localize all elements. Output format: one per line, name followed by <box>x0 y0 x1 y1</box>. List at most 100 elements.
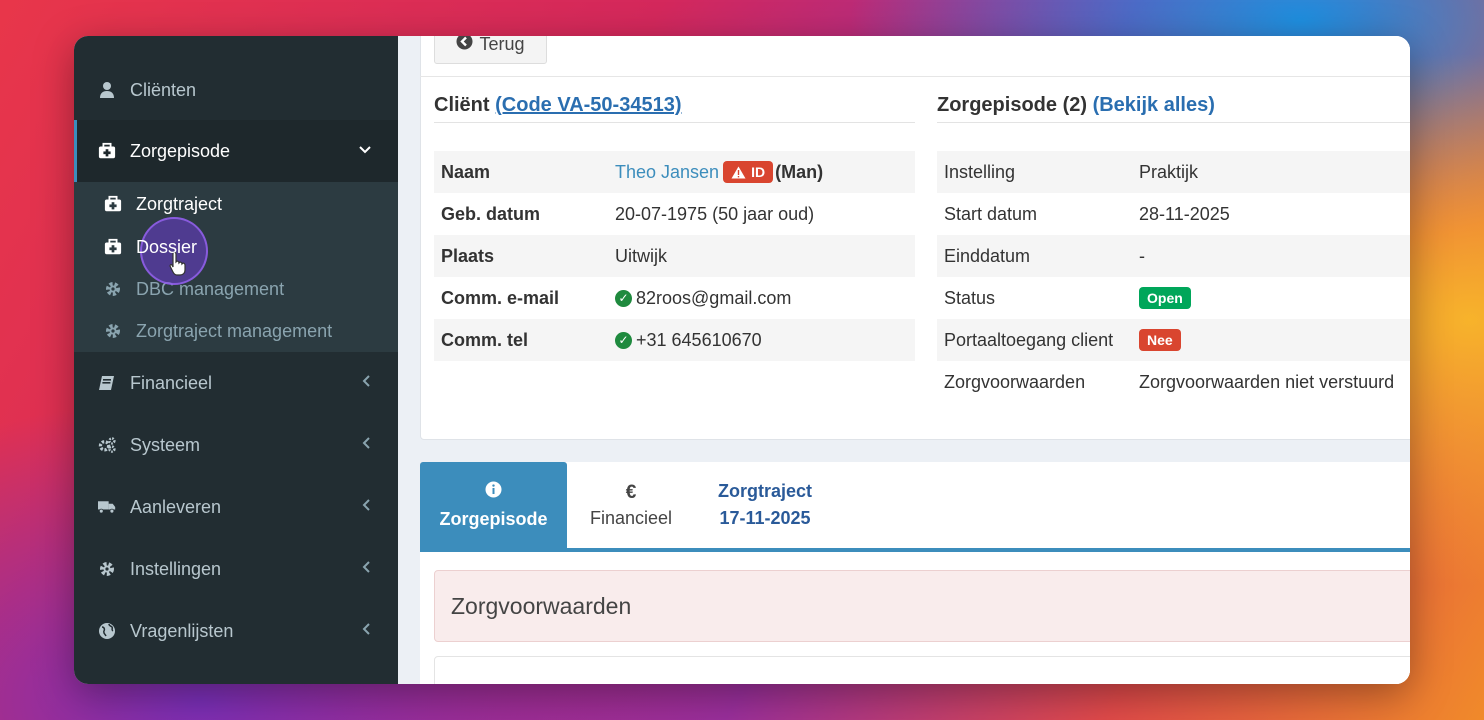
client-code-link[interactable]: (Code VA-50-34513) <box>495 94 681 116</box>
row-label: Status <box>944 287 996 308</box>
info-icon <box>485 481 502 503</box>
client-row-plaats: Plaats Uitwijk <box>434 235 915 277</box>
client-row-email: Comm. e-mail ✓ 82roos@gmail.com <box>434 277 915 319</box>
sidebar-item-label: Cliënten <box>130 79 197 100</box>
view-all-link[interactable]: (Bekijk alles) <box>1093 94 1215 116</box>
sidebar-item-label: Zorgepisode <box>130 140 231 161</box>
row-value: Open <box>1139 287 1191 309</box>
menu-icon <box>98 36 116 39</box>
id-warning-badge[interactable]: ID <box>723 161 774 183</box>
episode-row-start-datum: Start datum 28-11-2025 <box>937 193 1410 235</box>
portal-access-badge: Nee <box>1139 329 1181 351</box>
tab-date: 17-11-2025 <box>719 508 811 528</box>
chevron-left-icon <box>362 498 372 517</box>
client-row-tel: Comm. tel ✓ +31 645610670 <box>434 319 915 361</box>
sidebar-item-label: Financieel <box>130 372 213 393</box>
sidebar-item-label: Instellingen <box>130 558 222 579</box>
tel-value: +31 645610670 <box>636 329 762 350</box>
sidebar-item-zorgepisode[interactable]: Zorgepisode <box>74 120 398 182</box>
arrow-left-circle-icon <box>456 36 473 55</box>
row-value: Praktijk <box>1139 161 1199 182</box>
truck-icon <box>98 498 116 516</box>
sidebar: Cliënten Zorgepisode Zorgtraject Dossier… <box>74 36 398 684</box>
medkit-icon <box>104 238 122 256</box>
sidebar-item-label: Systeem <box>130 434 201 455</box>
back-button-label: Terug <box>479 36 525 54</box>
chevron-down-icon <box>358 142 372 160</box>
gear-icon <box>104 280 122 298</box>
row-label: Start datum <box>944 203 1038 224</box>
sidebar-item-clienten[interactable]: Cliënten <box>74 68 398 112</box>
chevron-left-icon <box>362 436 372 455</box>
row-label: Naam <box>441 161 491 182</box>
tab-label: Financieel <box>589 507 673 528</box>
submenu-item-label: Zorgtraject <box>136 193 223 214</box>
tab-label: Zorgtraject <box>717 481 813 501</box>
row-value: Theo Jansen ID (Man) <box>615 161 823 183</box>
zorgepisode-submenu: Zorgtraject Dossier DBC management Zorgt… <box>74 182 398 352</box>
chevron-left-icon <box>362 622 372 641</box>
divider <box>434 122 915 123</box>
row-value: Zorgvoorwaarden niet verstuurd <box>1139 371 1395 392</box>
sidebar-item-label: Aanleveren <box>130 496 222 517</box>
row-label: Zorgvoorwaarden <box>944 371 1086 392</box>
episode-row-zorgvoorwaarden: Zorgvoorwaarden Zorgvoorwaarden niet ver… <box>937 361 1410 403</box>
app-window: Cliënten Zorgepisode Zorgtraject Dossier… <box>74 36 1410 684</box>
row-value: - <box>1139 245 1145 266</box>
sidebar-item-aanleveren[interactable]: Aanleveren <box>74 476 398 538</box>
row-value: ✓ +31 645610670 <box>615 330 762 351</box>
submenu-item-label: Dossier <box>136 236 198 257</box>
gears-icon <box>98 436 116 454</box>
badge-label: ID <box>751 164 766 180</box>
zorgvoorwaarden-panel: Zorgvoorwaarden <box>434 570 1410 642</box>
client-row-geb-datum: Geb. datum 20-07-1975 (50 jaar oud) <box>434 193 915 235</box>
divider <box>937 122 1410 123</box>
tab-zorgtraject[interactable]: Zorgtraject 17-11-2025 <box>695 462 835 548</box>
tab-financieel[interactable]: € Financieel <box>567 462 695 548</box>
episode-row-instelling: Instelling Praktijk <box>937 151 1410 193</box>
sidebar-item-partial[interactable] <box>74 36 398 44</box>
row-label: Einddatum <box>944 245 1031 266</box>
chevron-left-icon <box>362 374 372 393</box>
episode-row-portaaltoegang: Portaaltoegang client Nee <box>937 319 1410 361</box>
client-gender: (Man) <box>775 161 824 182</box>
submenu-item-dossier[interactable]: Dossier <box>74 226 398 268</box>
tab-zorgepisode[interactable]: Zorgepisode <box>420 462 567 548</box>
submenu-item-zorgtraject-management[interactable]: Zorgtraject management <box>74 310 398 352</box>
panel-body <box>434 656 1410 684</box>
medkit-icon <box>104 195 122 213</box>
episode-row-einddatum: Einddatum - <box>937 235 1410 277</box>
warning-icon <box>731 166 746 178</box>
row-label: Geb. datum <box>441 203 541 224</box>
euro-icon: € <box>625 481 637 503</box>
sidebar-item-vragenlijsten[interactable]: Vragenlijsten <box>74 600 398 662</box>
episode-row-status: Status Open <box>937 277 1410 319</box>
row-value: ✓ 82roos@gmail.com <box>615 288 791 309</box>
chevron-left-icon <box>362 560 372 579</box>
user-icon <box>98 81 116 99</box>
submenu-item-label: Zorgtraject management <box>136 320 333 341</box>
back-button[interactable]: Terug <box>434 36 547 64</box>
tab-label: Zorgepisode <box>439 508 548 529</box>
sidebar-item-systeem[interactable]: Systeem <box>74 414 398 476</box>
row-label: Comm. tel <box>441 329 529 350</box>
globe-icon <box>98 622 116 640</box>
main-content: Terug Cliënt (Code VA-50-34513) Naam The… <box>398 36 1410 684</box>
row-value: 28-11-2025 <box>1139 203 1230 224</box>
client-title: Cliënt <box>434 94 490 116</box>
row-value: Uitwijk <box>615 245 667 266</box>
check-circle-icon: ✓ <box>615 331 632 349</box>
tabs-card: Zorgepisode € Financieel Zorgtraject 17-… <box>420 462 1410 684</box>
sidebar-item-instellingen[interactable]: Instellingen <box>74 538 398 600</box>
book-icon <box>98 374 116 392</box>
client-name-link[interactable]: Theo Jansen <box>615 162 719 183</box>
submenu-item-dbc-management[interactable]: DBC management <box>74 268 398 310</box>
tab-underline <box>420 548 1410 552</box>
submenu-item-label: DBC management <box>136 278 285 299</box>
sidebar-item-financieel[interactable]: Financieel <box>74 352 398 414</box>
submenu-item-zorgtraject[interactable]: Zorgtraject <box>74 182 398 226</box>
gear-icon <box>98 560 116 578</box>
episode-section-title: Zorgepisode (2) (Bekijk alles) <box>937 94 1215 117</box>
row-label: Comm. e-mail <box>441 287 560 308</box>
status-badge: Open <box>1139 287 1191 309</box>
